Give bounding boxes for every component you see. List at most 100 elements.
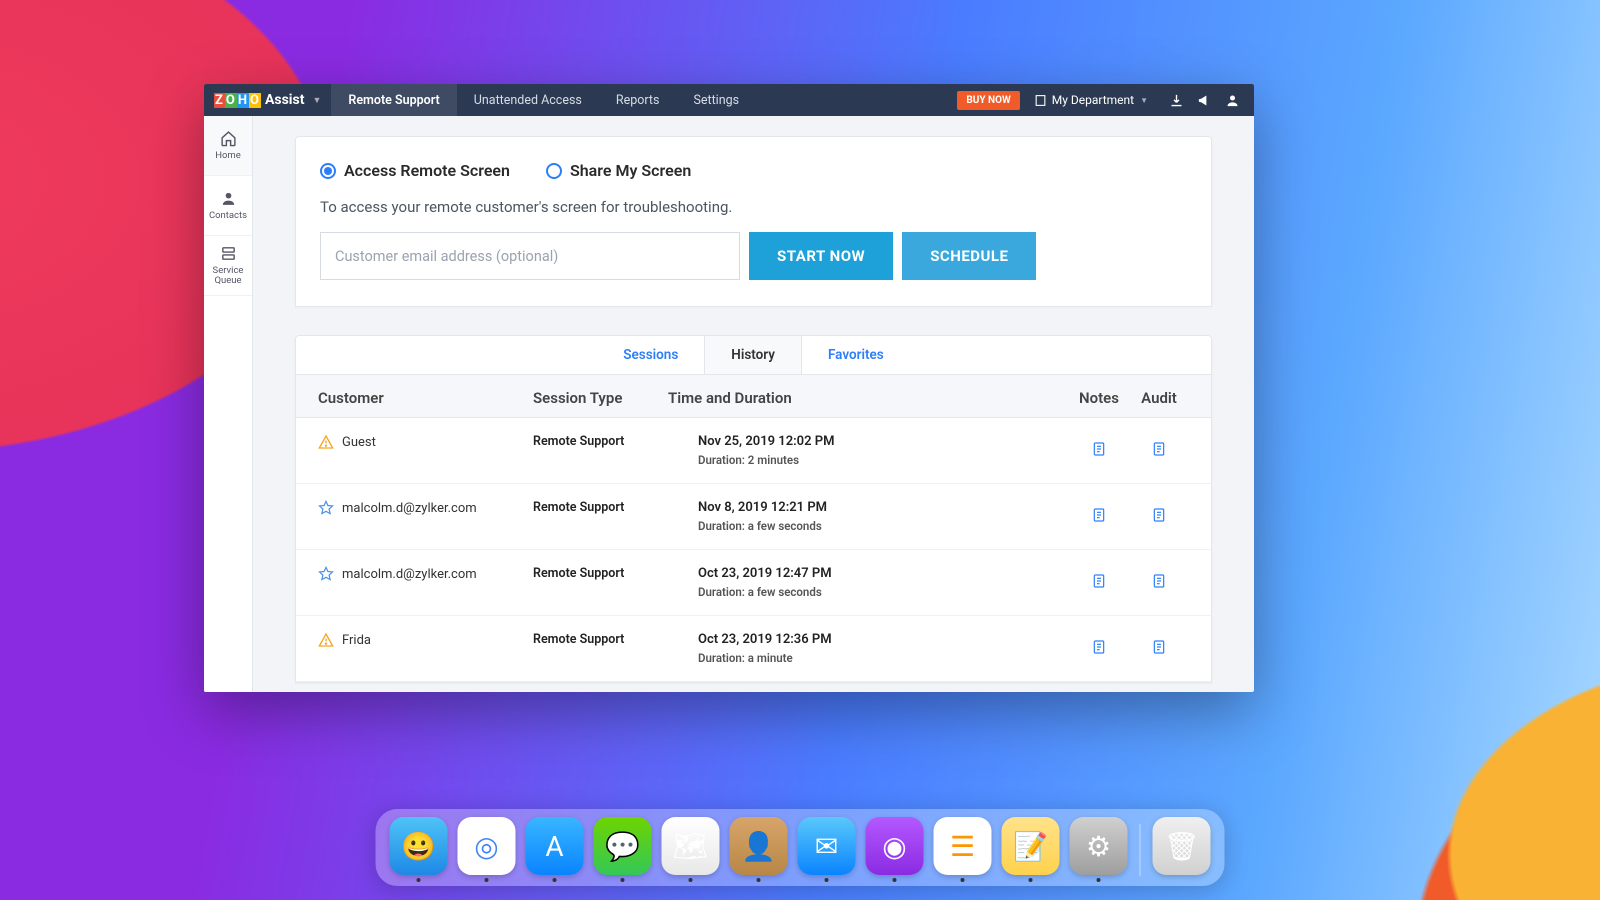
main-content: Access Remote Screen Share My Screen To … <box>253 116 1254 692</box>
warning-icon <box>318 434 334 450</box>
logo[interactable]: ZOHO Assist ▼ <box>204 84 331 116</box>
col-header-type: Session Type <box>533 389 668 407</box>
department-label: My Department <box>1052 93 1134 107</box>
dock-app-settings[interactable]: ⚙ <box>1070 817 1128 882</box>
subtab-sessions[interactable]: Sessions <box>597 336 704 374</box>
sidebar-item-label: Service Queue <box>213 266 244 287</box>
dock-app-reminders[interactable]: ☰ <box>934 817 992 882</box>
star-icon <box>318 500 334 516</box>
finder-icon: 😀 <box>390 817 448 875</box>
sidebar-item-label: Home <box>215 151 241 161</box>
department-dropdown[interactable]: My Department ▼ <box>1034 93 1148 107</box>
customer-cell: malcolm.d@zylker.com <box>318 566 533 582</box>
sidebar-item-label: Contacts <box>209 211 247 221</box>
mail-icon: ✉ <box>798 817 856 875</box>
dock-app-mail[interactable]: ✉ <box>798 817 856 882</box>
dock-app-podcasts[interactable]: ◉ <box>866 817 924 882</box>
customer-cell: Guest <box>318 434 533 450</box>
customer-cell: malcolm.d@zylker.com <box>318 500 533 516</box>
schedule-button[interactable]: SCHEDULE <box>902 232 1036 280</box>
notes-cell <box>1069 500 1129 524</box>
time-cell: Oct 23, 2019 12:36 PMDuration: a minute <box>668 632 1069 665</box>
contacts-icon: 👤 <box>730 817 788 875</box>
document-icon[interactable] <box>1091 572 1107 590</box>
left-sidebar: Home Contacts Service Queue <box>204 116 253 692</box>
table-row: malcolm.d@zylker.comRemote SupportOct 23… <box>296 550 1211 616</box>
radio-access-remote[interactable]: Access Remote Screen <box>320 161 510 180</box>
macos-dock: 😀◎A💬🗺👤✉◉☰📝⚙ 🗑 <box>376 809 1225 886</box>
dock-app-finder[interactable]: 😀 <box>390 817 448 882</box>
home-icon <box>220 130 237 147</box>
dock-app-appstore[interactable]: A <box>526 817 584 882</box>
nav-tab-reports[interactable]: Reports <box>599 84 677 116</box>
nav-tabs: Remote Support Unattended Access Reports… <box>331 84 756 116</box>
nav-tab-unattended-access[interactable]: Unattended Access <box>457 84 599 116</box>
time-cell: Oct 23, 2019 12:47 PMDuration: a few sec… <box>668 566 1069 599</box>
dock-app-notes[interactable]: 📝 <box>1002 817 1060 882</box>
user-avatar-icon[interactable] <box>1218 93 1246 108</box>
dock-app-trash[interactable]: 🗑 <box>1153 817 1211 882</box>
chevron-down-icon: ▼ <box>312 95 321 106</box>
table-row: FridaRemote SupportOct 23, 2019 12:36 PM… <box>296 616 1211 682</box>
logo-zoho: ZOHO <box>214 93 261 108</box>
radio-share-screen[interactable]: Share My Screen <box>546 161 691 180</box>
customer-name: malcolm.d@zylker.com <box>342 501 477 516</box>
subtab-favorites[interactable]: Favorites <box>802 336 910 374</box>
document-icon[interactable] <box>1151 572 1167 590</box>
radio-label: Access Remote Screen <box>344 161 510 180</box>
notes-cell <box>1069 434 1129 458</box>
customer-name: Frida <box>342 633 371 648</box>
access-description: To access your remote customer's screen … <box>320 198 1187 216</box>
time-value: Oct 23, 2019 12:47 PM <box>698 566 1069 581</box>
podcasts-icon: ◉ <box>866 817 924 875</box>
nav-tab-settings[interactable]: Settings <box>676 84 756 116</box>
session-type-cell: Remote Support <box>533 632 668 647</box>
dock-app-contacts[interactable]: 👤 <box>730 817 788 882</box>
sidebar-item-service-queue[interactable]: Service Queue <box>204 236 252 296</box>
dock-app-messages[interactable]: 💬 <box>594 817 652 882</box>
history-table-header: Customer Session Type Time and Duration … <box>296 375 1211 418</box>
customer-cell: Frida <box>318 632 533 648</box>
download-icon[interactable] <box>1162 93 1190 108</box>
nav-tab-remote-support[interactable]: Remote Support <box>331 84 456 116</box>
dock-app-chrome[interactable]: ◎ <box>458 817 516 882</box>
subtab-history[interactable]: History <box>704 336 802 374</box>
megaphone-icon[interactable] <box>1190 93 1218 108</box>
chrome-icon: ◎ <box>458 817 516 875</box>
notes-icon: 📝 <box>1002 817 1060 875</box>
dock-app-maps[interactable]: 🗺 <box>662 817 720 882</box>
session-type-cell: Remote Support <box>533 566 668 581</box>
settings-icon: ⚙ <box>1070 817 1128 875</box>
chevron-down-icon: ▼ <box>1140 96 1148 105</box>
servers-icon <box>220 245 237 262</box>
audit-cell <box>1129 632 1189 656</box>
messages-icon: 💬 <box>594 817 652 875</box>
sidebar-item-contacts[interactable]: Contacts <box>204 176 252 236</box>
document-icon[interactable] <box>1091 440 1107 458</box>
access-panel: Access Remote Screen Share My Screen To … <box>295 136 1212 307</box>
customer-email-input[interactable] <box>320 232 740 280</box>
audit-cell <box>1129 566 1189 590</box>
dock-running-dot <box>825 878 829 882</box>
duration-value: Duration: 2 minutes <box>698 453 1069 467</box>
document-icon[interactable] <box>1091 638 1107 656</box>
session-type-cell: Remote Support <box>533 500 668 515</box>
dock-running-dot <box>893 878 897 882</box>
document-icon[interactable] <box>1151 638 1167 656</box>
col-header-customer: Customer <box>318 389 533 407</box>
audit-cell <box>1129 434 1189 458</box>
buy-now-button[interactable]: BUY NOW <box>957 91 1019 110</box>
table-row: GuestRemote SupportNov 25, 2019 12:02 PM… <box>296 418 1211 484</box>
sidebar-item-home[interactable]: Home <box>204 116 252 176</box>
document-icon[interactable] <box>1091 506 1107 524</box>
dock-running-dot <box>417 878 421 882</box>
table-row: malcolm.d@zylker.comRemote SupportNov 8,… <box>296 484 1211 550</box>
building-icon <box>1034 94 1047 107</box>
document-icon[interactable] <box>1151 440 1167 458</box>
notes-cell <box>1069 566 1129 590</box>
time-value: Oct 23, 2019 12:36 PM <box>698 632 1069 647</box>
appstore-icon: A <box>526 817 584 875</box>
document-icon[interactable] <box>1151 506 1167 524</box>
col-header-audit: Audit <box>1129 389 1189 407</box>
start-now-button[interactable]: START NOW <box>749 232 893 280</box>
